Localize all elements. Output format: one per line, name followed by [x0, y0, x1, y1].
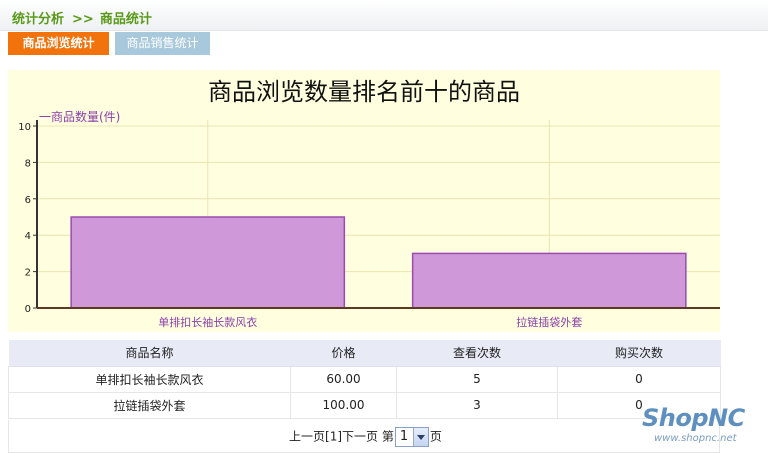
tab-goods-sales-stats[interactable]: 商品销售统计	[115, 32, 210, 55]
y-tick-label: 4	[25, 231, 31, 242]
breadcrumb-section[interactable]: 统计分析	[12, 12, 64, 27]
page-suffix: 页	[429, 429, 442, 444]
header-goods-name: 商品名称	[8, 340, 291, 367]
chart-canvas: 商品浏览数量排名前十的商品一商品数量(件) 0 2 4 6 8 10 单排扣长袖长款风衣 拉链插…	[18, 78, 720, 329]
chart-legend: 一商品数量(件)	[39, 109, 120, 124]
bar-2	[411, 252, 687, 309]
header-view-count: 查看次数	[396, 340, 558, 367]
prev-page-link[interactable]: 上一页	[289, 430, 325, 444]
page-select-value: 1	[399, 429, 409, 444]
cell-view-count: 5	[396, 365, 558, 393]
cell-price: 100.00	[290, 391, 397, 419]
cell-price: 60.00	[290, 365, 397, 393]
breadcrumb-current: 商品统计	[99, 12, 152, 27]
bar-1	[70, 216, 346, 309]
x-tick-label: 拉链插袋外套	[516, 315, 582, 329]
x-tick-label: 单排扣长袖长款风衣	[158, 315, 257, 329]
pagination: 上一页[1]下一页 第1 页	[8, 420, 720, 453]
cell-purchase-count: 0	[557, 365, 721, 393]
breadcrumb-separator: >>	[72, 12, 94, 27]
shopnc-watermark: ShopNC www.shopnc.net	[640, 404, 768, 450]
chevron-down-icon[interactable]	[412, 428, 428, 446]
shopnc-url: www.shopnc.net	[654, 433, 737, 444]
y-tick-label: 8	[25, 158, 31, 169]
header-purchase-count: 购买次数	[557, 340, 721, 367]
breadcrumb: 统计分析 >> 商品统计	[12, 8, 152, 27]
y-tick-label: 2	[25, 268, 31, 279]
cell-goods-name: 拉链插袋外套	[8, 391, 291, 419]
tab-goods-view-stats[interactable]: 商品浏览统计	[8, 32, 109, 55]
shopnc-logo: ShopNC	[642, 404, 745, 432]
chart-title: 商品浏览数量排名前十的商品	[208, 78, 520, 106]
y-tick-label: 10	[18, 122, 31, 133]
views-bar-chart: 商品浏览数量排名前十的商品一商品数量(件) 0 2 4 6 8 10 单排扣长袖长款风衣 拉链插…	[8, 70, 720, 332]
breadcrumb-bar: 统计分析 >> 商品统计	[0, 0, 768, 31]
next-page-link[interactable]: 下一页	[342, 430, 378, 444]
header-price: 价格	[290, 340, 397, 367]
cell-goods-name: 单排扣长袖长款风衣	[8, 365, 291, 393]
goods-stats-table: 商品名称 价格 查看次数 购买次数 单排扣长袖长款风衣 60.00 5 0 拉链…	[8, 340, 721, 419]
table-row: 拉链插袋外套 100.00 3 0	[8, 391, 721, 419]
page-select[interactable]: 1	[394, 427, 429, 447]
table-header-row: 商品名称 价格 查看次数 购买次数	[8, 340, 721, 367]
cell-view-count: 3	[396, 391, 558, 419]
current-page-indicator: [1]	[325, 429, 343, 444]
y-tick-label: 0	[25, 304, 31, 315]
table-row: 单排扣长袖长款风衣 60.00 5 0	[8, 365, 721, 393]
y-tick-label: 6	[25, 195, 31, 206]
page-prefix: 第	[381, 429, 394, 444]
